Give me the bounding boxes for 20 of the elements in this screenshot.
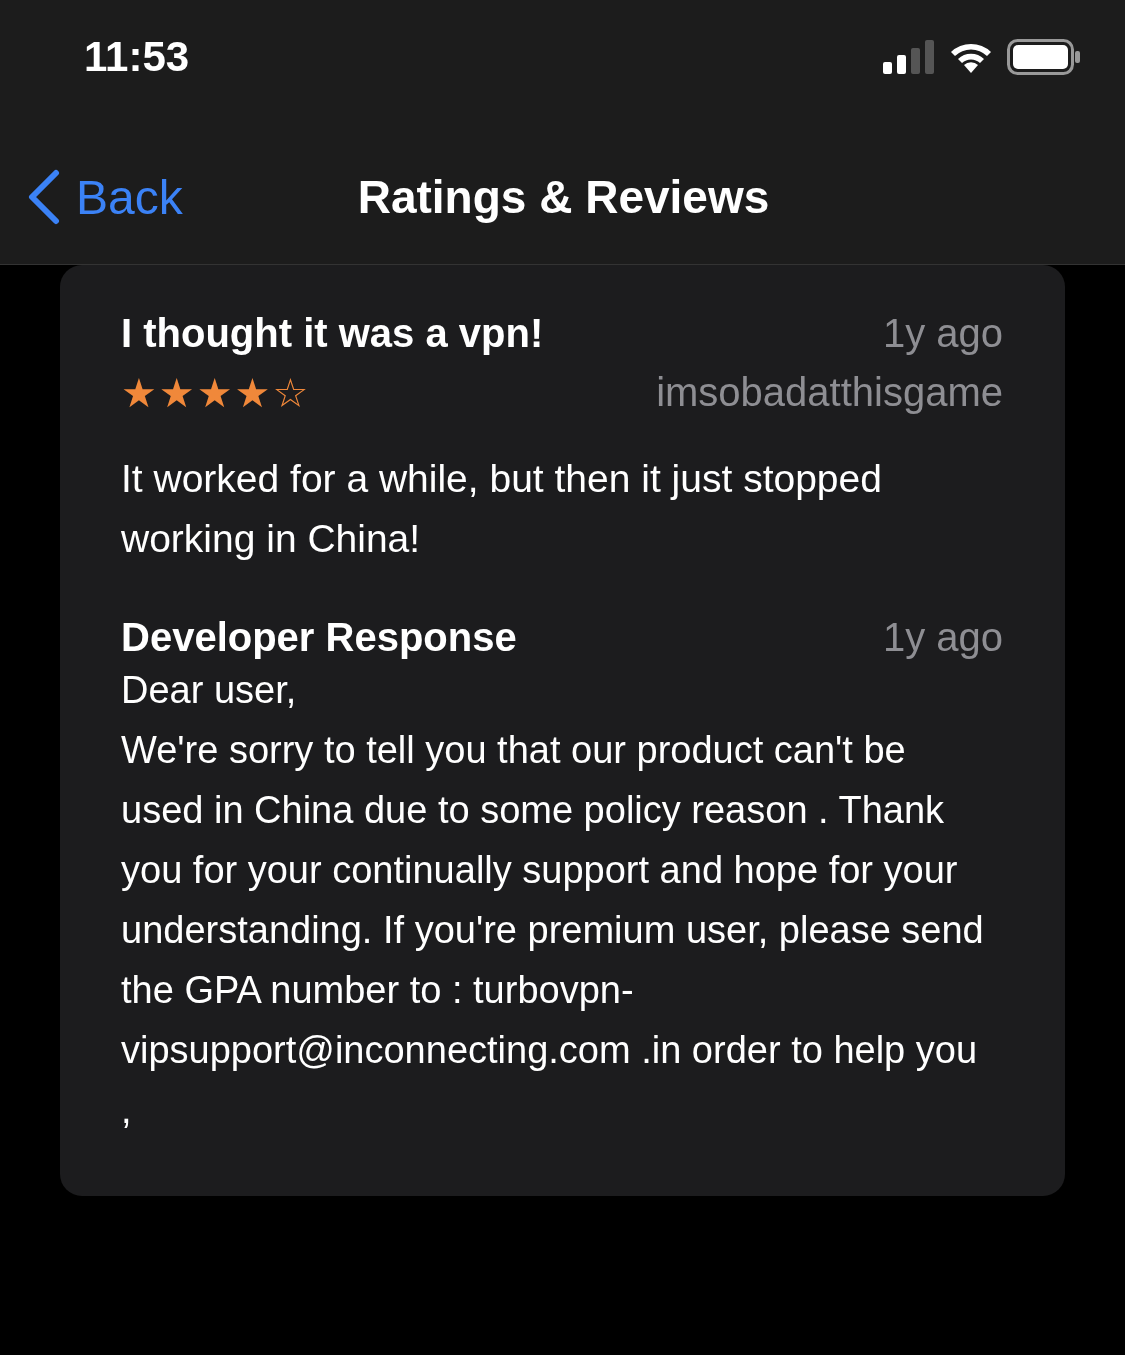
back-button[interactable]: Back [0,169,183,225]
response-title: Developer Response [121,615,517,660]
status-time: 11:53 [84,33,190,81]
battery-icon [1007,39,1081,75]
page-title: Ratings & Reviews [357,171,770,223]
wifi-icon [949,41,993,73]
response-text: Dear user, [121,668,298,713]
star-icon: ★ [158,372,195,413]
star-icon: ★ [196,372,233,413]
review-text: It worked for a while, but then it just stopped working in China! [121,456,883,562]
star-icon: ★ [234,372,271,413]
review-author: imsobadatthisgame [656,370,1003,415]
review-title: I thought it was a vpn! [121,311,544,356]
review-date: 1y ago [882,311,1003,356]
signal-icon [883,40,935,74]
response-text: We're sorry to tell you that our product can't be used in China due to some policy reason . Thank you for your continually support and hope for your understanding. If you're premium user, please send the GPA number to : turbovpn-vipsupport@inconnecting.com .in order to help you , [121,728,985,1133]
chevron-left-icon [26,169,60,225]
response-date: 1y ago [882,615,1003,660]
star-icon: ★ [121,372,157,413]
star-icon: ☆ [272,372,309,413]
